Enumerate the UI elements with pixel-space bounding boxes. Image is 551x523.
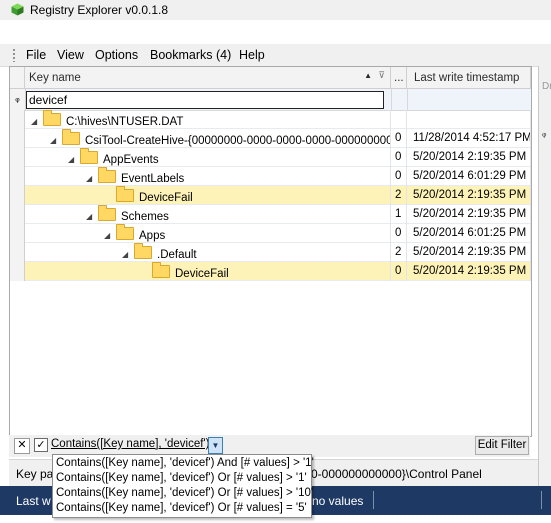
expanded-arrow-icon[interactable]: ◢: [50, 136, 62, 145]
tree-row-csitool[interactable]: ◢ CsiTool-CreateHive-{00000000-0000-0000-…: [10, 129, 531, 148]
tree-row-appevents[interactable]: ◢ AppEvents 0 5/20/2014 2:19:35 PM: [10, 148, 531, 167]
tree-row-hive[interactable]: ◢ C:\hives\NTUSER.DAT: [10, 110, 531, 129]
key-name: DeviceFail: [175, 268, 229, 280]
values-count: 0: [391, 262, 407, 281]
auto-filter-row: ᵩ devicef: [10, 89, 531, 111]
menu-view[interactable]: View: [57, 48, 84, 62]
tree-row-apps[interactable]: ◢ Apps 0 5/20/2014 6:01:25 PM: [10, 224, 531, 243]
values-panel-label: Dr: [542, 81, 551, 92]
key-name: EventLabels: [121, 173, 185, 185]
last-write-timestamp: 5/20/2014 2:19:35 PM: [407, 243, 531, 262]
values-count: 2: [391, 186, 407, 205]
last-write-timestamp: [407, 110, 531, 129]
filter-funnel-icon[interactable]: ⊽: [378, 70, 385, 81]
last-write-timestamp: 11/28/2014 4:52:17 PM: [407, 129, 531, 148]
last-write-timestamp: 5/20/2014 2:19:35 PM: [407, 205, 531, 224]
last-write-timestamp: 5/20/2014 6:01:29 PM: [407, 167, 531, 186]
sort-ascending-icon: ▲: [364, 71, 372, 80]
key-name: AppEvents: [103, 154, 159, 166]
key-name: Schemes: [121, 211, 169, 223]
registry-cube-icon: [11, 3, 24, 16]
values-count: 2: [391, 243, 407, 262]
folder-icon: [98, 205, 116, 221]
menu-bookmarks[interactable]: Bookmarks (4): [150, 48, 231, 62]
column-header-values-count[interactable]: ...: [391, 67, 407, 89]
last-write-timestamp: 5/20/2014 2:19:35 PM: [407, 262, 531, 281]
expanded-arrow-icon[interactable]: ◢: [122, 250, 134, 259]
filter-pin-icon: ᵩ: [10, 89, 26, 110]
folder-icon: [62, 129, 80, 145]
tree-row-schemes[interactable]: ◢ Schemes 1 5/20/2014 2:19:35 PM: [10, 205, 531, 224]
tree-row-default[interactable]: ◢ .Default 2 5/20/2014 2:19:35 PM: [10, 243, 531, 262]
edit-filter-button[interactable]: Edit Filter: [475, 436, 529, 455]
filter-history-item[interactable]: Contains([Key name], 'devicef') Or [# va…: [56, 472, 307, 484]
filter-history-item[interactable]: Contains([Key name], 'devicef') Or [# va…: [56, 487, 313, 499]
expanded-arrow-icon[interactable]: ◢: [86, 212, 98, 221]
key-name: C:\hives\NTUSER.DAT: [66, 116, 184, 128]
filter-history-dropdown-arrow-icon[interactable]: ▼: [208, 437, 223, 454]
key-name-header-label: Key name: [29, 72, 81, 84]
key-name: .Default: [157, 249, 197, 261]
menu-file[interactable]: File: [26, 48, 46, 62]
last-write-label: Last w: [16, 494, 51, 508]
toolbar-grip-icon: [12, 48, 16, 62]
filter-history-item[interactable]: Contains([Key name], 'devicef') Or [# va…: [56, 502, 307, 514]
filter-history-popup: Contains([Key name], 'devicef') And [# v…: [52, 454, 314, 518]
folder-icon: [98, 167, 116, 183]
key-name: CsiTool-CreateHive-{00000000-0000-0000-0…: [85, 135, 391, 147]
expanded-arrow-icon[interactable]: ◢: [86, 174, 98, 183]
key-path-value: 0-000000000000}\Control Panel: [311, 467, 482, 481]
row-indicator-header: [10, 67, 25, 89]
values-count: 0: [391, 129, 407, 148]
expanded-arrow-icon[interactable]: ◢: [104, 231, 116, 240]
column-header-key-name[interactable]: Key name ▲ ⊽: [25, 67, 391, 89]
folder-icon: [43, 110, 61, 126]
values-count: [391, 110, 407, 129]
tree-row-devicefail-match[interactable]: DeviceFail 2 5/20/2014 2:19:35 PM: [10, 186, 531, 205]
values-count: 0: [391, 224, 407, 243]
expanded-arrow-icon[interactable]: ◢: [31, 117, 43, 126]
folder-icon: [152, 262, 170, 278]
active-filter-expression[interactable]: Contains([Key name], 'devicef'): [51, 438, 209, 450]
folder-icon: [80, 148, 98, 164]
tree-row-devicefail-match[interactable]: DeviceFail 0 5/20/2014 2:19:35 PM: [10, 262, 531, 281]
filter-enabled-checkbox[interactable]: ✓: [34, 438, 48, 452]
clear-filter-close-icon[interactable]: ✕: [14, 438, 30, 454]
folder-icon: [134, 243, 152, 259]
window-title: Registry Explorer v0.0.1.8: [30, 3, 169, 17]
key-name-filter-input[interactable]: devicef: [26, 91, 384, 109]
values-count: 0: [391, 148, 407, 167]
tree-row-eventlabels[interactable]: ◢ EventLabels 0 5/20/2014 6:01:29 PM: [10, 167, 531, 186]
folder-icon: [116, 186, 134, 202]
last-write-timestamp: 5/20/2014 2:19:35 PM: [407, 186, 531, 205]
menu-options[interactable]: Options: [95, 48, 138, 62]
key-path-label: Key pa: [16, 467, 54, 481]
values-panel-pin-icon: ᵩ: [542, 128, 547, 139]
filter-history-item[interactable]: Contains([Key name], 'devicef') And [# v…: [56, 457, 314, 469]
values-count: 1: [391, 205, 407, 224]
expanded-arrow-icon[interactable]: ◢: [68, 155, 80, 164]
key-name: DeviceFail: [139, 192, 193, 204]
key-name: Apps: [139, 230, 166, 242]
folder-icon: [116, 224, 134, 240]
registry-tree-grid[interactable]: Key name ▲ ⊽ ... Last write timestamp ᵩ …: [9, 66, 532, 437]
column-header-timestamp[interactable]: Last write timestamp: [407, 67, 531, 89]
values-panel: Dr ᵩ: [538, 66, 551, 486]
menu-help[interactable]: Help: [239, 48, 265, 62]
values-count: 0: [391, 167, 407, 186]
last-write-timestamp: 5/20/2014 2:19:35 PM: [407, 148, 531, 167]
last-write-timestamp: 5/20/2014 6:01:25 PM: [407, 224, 531, 243]
values-info: no values: [312, 494, 364, 508]
